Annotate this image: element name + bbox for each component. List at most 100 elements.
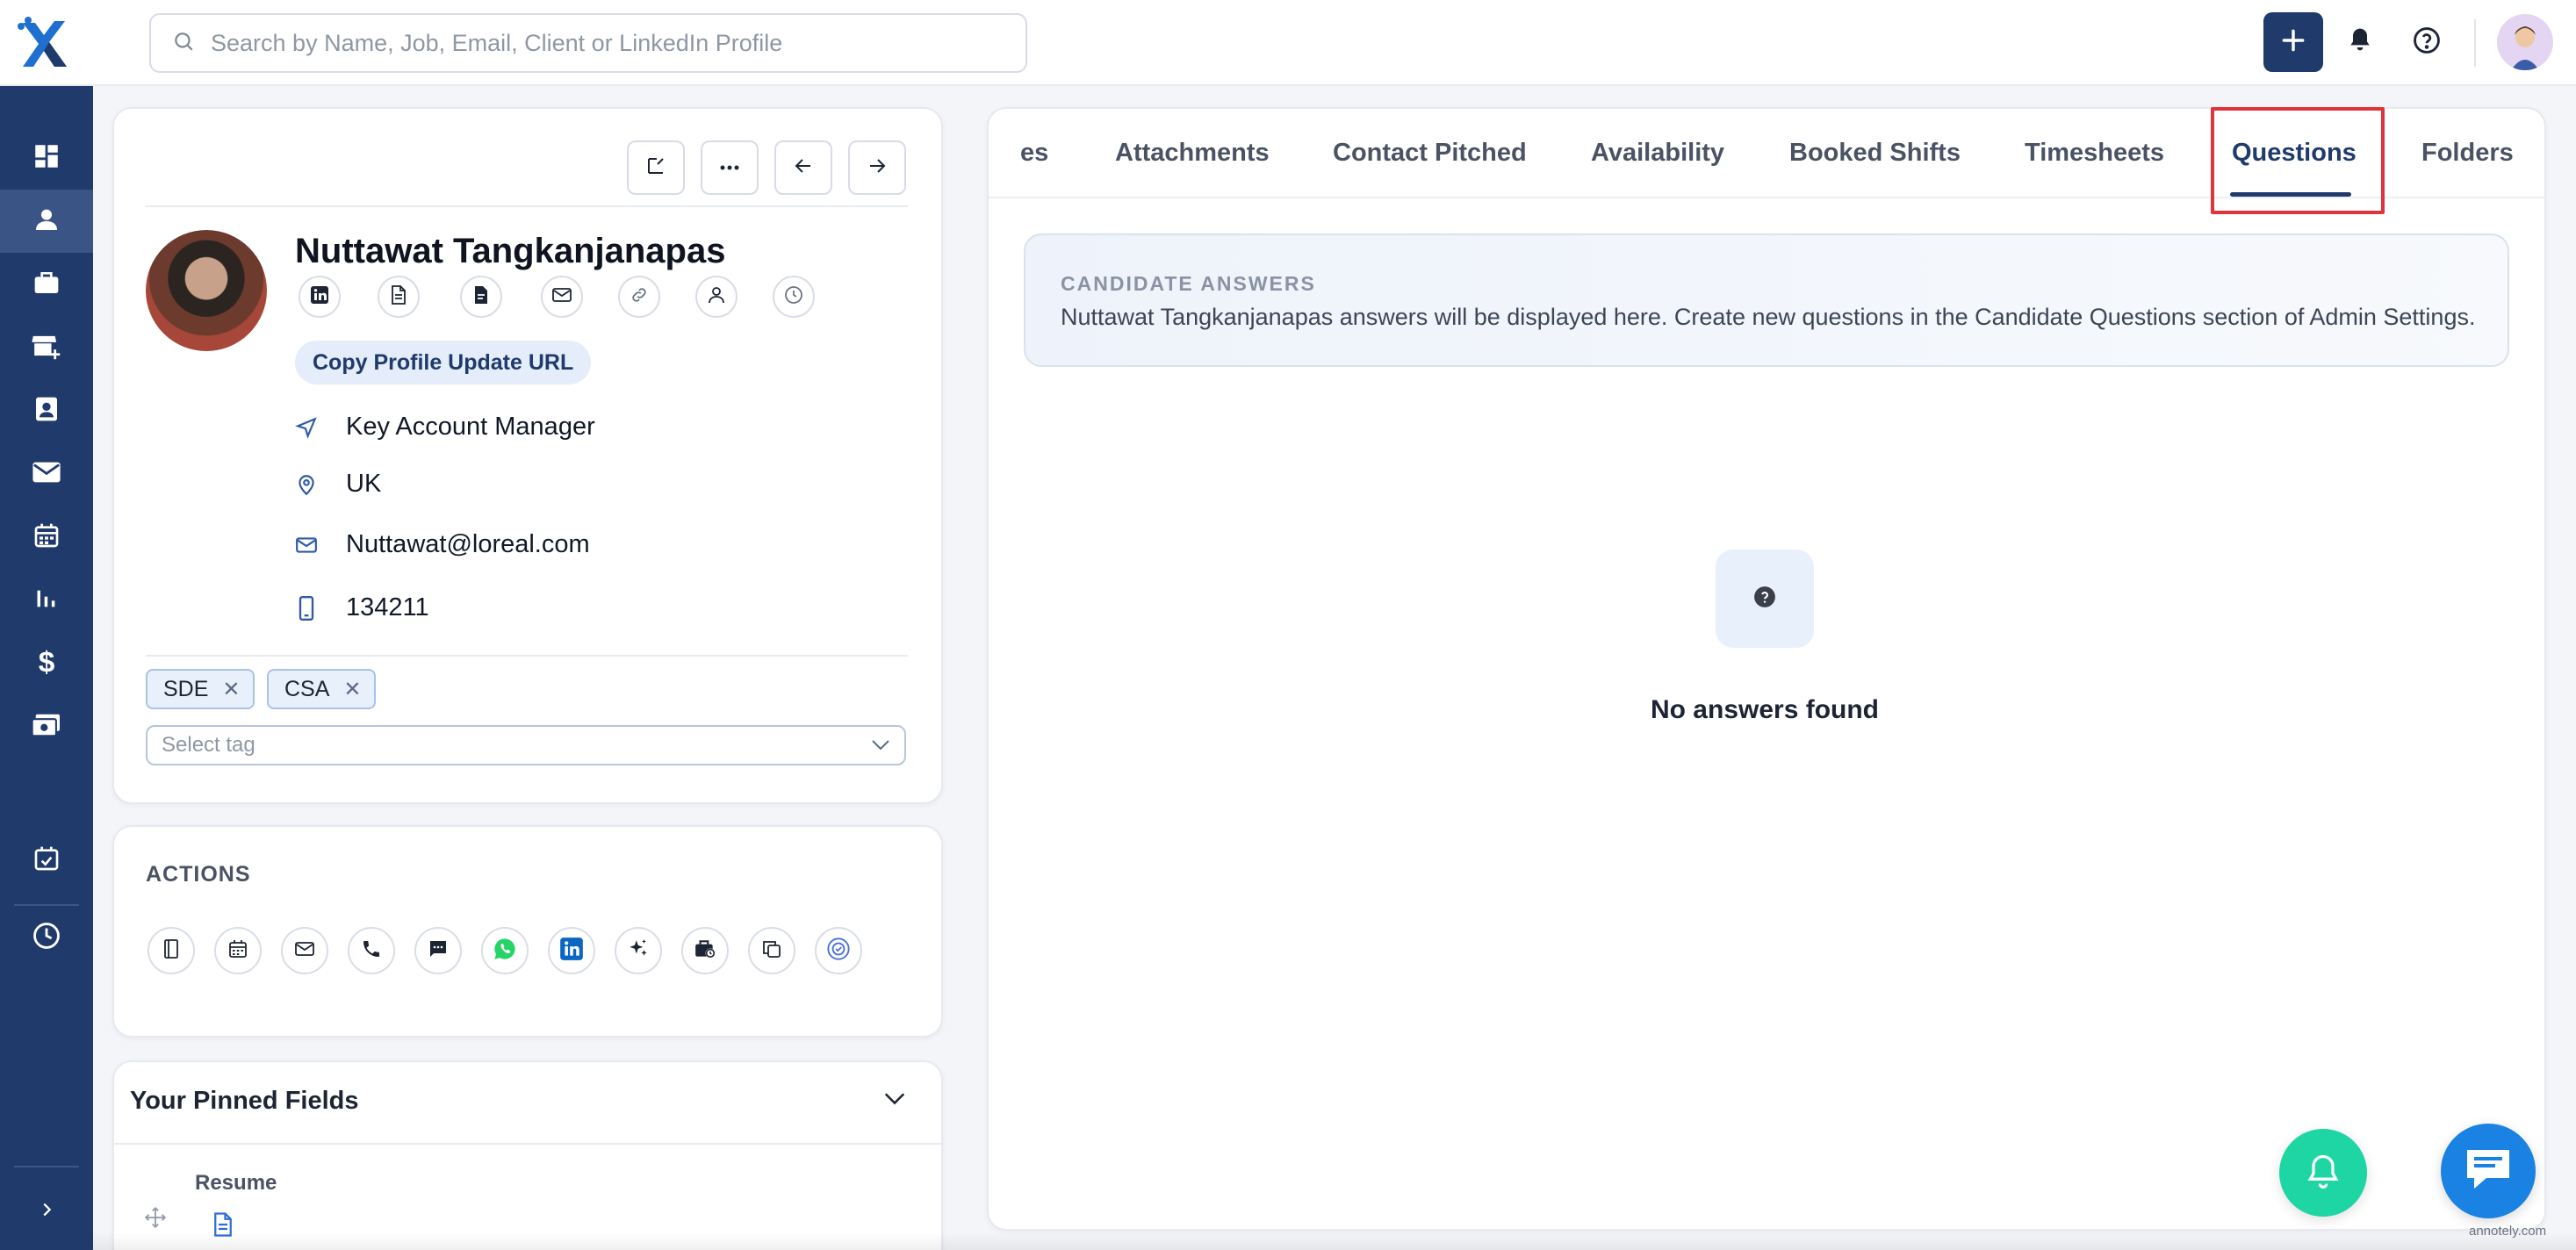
more-options-button[interactable]: [701, 140, 759, 195]
tag-label: SDE: [163, 676, 209, 701]
linkedin-profile-button[interactable]: [299, 276, 341, 318]
notifications-button[interactable]: [2339, 21, 2381, 63]
schedule-event-action[interactable]: [214, 927, 262, 974]
search-icon: [172, 30, 195, 57]
add-new-button[interactable]: [2263, 12, 2323, 72]
sparkle-icon: [627, 938, 650, 965]
user-outline-icon: [706, 284, 727, 310]
global-search[interactable]: [149, 13, 1027, 73]
tag-chip[interactable]: SDE ✕: [146, 669, 255, 709]
nav-jobs[interactable]: [0, 253, 93, 316]
tab-attachments[interactable]: Attachments: [1115, 109, 1270, 197]
notebook-icon: [162, 938, 181, 964]
nav-billing[interactable]: [0, 695, 93, 758]
sidebar-expand-button[interactable]: [0, 1180, 93, 1243]
tab-availability[interactable]: Availability: [1591, 109, 1724, 197]
analytics-icon: [34, 586, 59, 615]
app-logo[interactable]: [12, 12, 76, 75]
location-pin-icon: [293, 471, 320, 498]
edit-profile-button[interactable]: [627, 140, 685, 195]
drag-handle-icon[interactable]: [144, 1206, 167, 1233]
previous-record-button[interactable]: [774, 140, 832, 195]
email-link[interactable]: Nuttawat@loreal.com: [346, 530, 590, 559]
bottom-shadow: [93, 1232, 2576, 1250]
ai-assist-action[interactable]: [615, 927, 662, 974]
sidebar-bottom-divider: [14, 1166, 79, 1167]
calendar-icon: [32, 521, 61, 554]
history-button[interactable]: [773, 276, 815, 318]
candidate-icon: [32, 205, 61, 238]
call-action[interactable]: [348, 927, 395, 974]
main-sidebar: $: [0, 86, 93, 1250]
pinned-collapse-toggle[interactable]: [883, 1092, 906, 1110]
nav-dashboard[interactable]: [0, 126, 93, 190]
topbar-divider: [2474, 19, 2476, 67]
candidate-name: Nuttawat Tangkanjanapas: [295, 232, 726, 270]
search-input[interactable]: [211, 29, 1025, 57]
email-candidate-button[interactable]: [541, 276, 583, 318]
question-icon: [1753, 585, 1776, 613]
arrow-left-icon: [793, 155, 814, 181]
sms-action[interactable]: [414, 927, 462, 974]
nav-clients[interactable]: [0, 316, 93, 379]
select-tag-dropdown[interactable]: Select tag: [146, 725, 906, 765]
clock-icon: [32, 921, 61, 955]
edit-icon: [645, 155, 666, 181]
candidate-answers-banner: CANDIDATE ANSWERS Nuttawat Tangkanjanapa…: [1024, 233, 2509, 367]
copy-link-button[interactable]: [618, 276, 660, 318]
tab-partial[interactable]: es: [1020, 109, 1048, 197]
duplicate-action[interactable]: [748, 927, 795, 974]
nav-history[interactable]: [0, 906, 93, 969]
nav-contacts[interactable]: [0, 379, 93, 442]
copy-profile-url-button[interactable]: Copy Profile Update URL: [295, 341, 592, 384]
nav-analytics[interactable]: [0, 569, 93, 632]
remove-tag-icon[interactable]: ✕: [222, 677, 240, 702]
tag-chip[interactable]: CSA ✕: [267, 669, 376, 709]
reminders-fab[interactable]: [2279, 1129, 2367, 1217]
nav-mail[interactable]: [0, 442, 93, 506]
formatted-resume-button[interactable]: [460, 276, 502, 318]
nav-tasks[interactable]: [0, 829, 93, 892]
chat-bubble-icon: [428, 938, 449, 964]
contact-card-icon: [32, 394, 61, 428]
pinned-divider: [114, 1143, 941, 1145]
next-record-button[interactable]: [848, 140, 906, 195]
more-dots-icon: [719, 160, 740, 176]
user-avatar[interactable]: [2497, 14, 2553, 70]
empty-state-icon-box: [1716, 550, 1814, 648]
resume-field-label: Resume: [195, 1171, 277, 1195]
linkedin-action[interactable]: [548, 927, 595, 974]
mail-outline-icon: [294, 940, 315, 962]
whatsapp-action[interactable]: [481, 927, 529, 974]
billing-icon: [31, 712, 62, 743]
add-to-job-action[interactable]: [681, 927, 729, 974]
help-button[interactable]: [2406, 21, 2448, 63]
annotely-watermark: annotely.com: [2469, 1224, 2547, 1239]
chevron-down-icon: [871, 733, 890, 758]
integration-action[interactable]: [815, 927, 862, 974]
target-icon: [826, 937, 851, 966]
tab-contact-pitched[interactable]: Contact Pitched: [1333, 109, 1527, 197]
chevron-down-icon: [883, 1093, 906, 1110]
candidate-owner-button[interactable]: [695, 276, 738, 318]
nav-finance[interactable]: $: [0, 632, 93, 695]
tab-timesheets[interactable]: Timesheets: [2025, 109, 2164, 197]
tab-folders[interactable]: Folders: [2421, 109, 2514, 197]
remove-tag-icon[interactable]: ✕: [343, 677, 361, 702]
tab-booked-shifts[interactable]: Booked Shifts: [1789, 109, 1961, 197]
support-chat-fab[interactable]: [2441, 1124, 2536, 1218]
bell-outline-icon: [2304, 1152, 2342, 1195]
nav-calendar[interactable]: [0, 506, 93, 569]
arrow-right-icon: [867, 155, 888, 181]
select-tag-placeholder: Select tag: [162, 733, 255, 757]
dashboard-icon: [32, 141, 61, 176]
add-note-action[interactable]: [148, 927, 195, 974]
plus-icon: [2279, 26, 2307, 59]
linkedin-icon: [309, 284, 330, 310]
send-email-action[interactable]: [281, 927, 328, 974]
resume-file-button[interactable]: [378, 276, 420, 318]
candidate-photo: [146, 230, 267, 351]
phone-number[interactable]: 134211: [346, 593, 429, 622]
empty-state-message: No answers found: [1650, 695, 1880, 724]
nav-candidates[interactable]: [0, 190, 93, 253]
